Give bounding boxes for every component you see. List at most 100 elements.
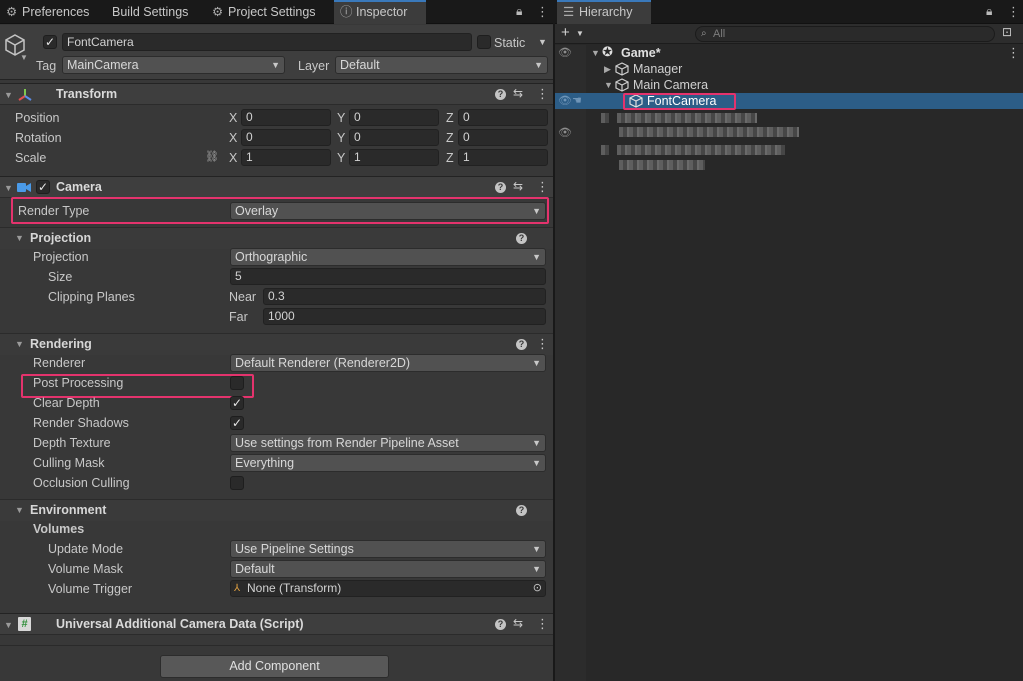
foldout-arrow-icon[interactable]: ▼ [4,90,13,100]
object-name-input[interactable]: FontCamera [62,33,472,51]
foldout-arrow-icon[interactable]: ▼ [15,505,24,515]
hierarchy-toolbar: + ▼ ⌕ All ⊡ [555,24,1023,44]
help-icon[interactable]: ? [516,505,527,516]
object-picker-icon[interactable]: ⊙ [533,581,542,596]
help-icon[interactable]: ? [516,339,527,350]
gear-icon: ⚙ [212,5,224,19]
visibility-eye-icon[interactable]: 👁︎ [558,45,572,61]
near-input[interactable]: 0.3 [263,288,546,305]
active-checkbox[interactable]: ✓ [43,35,57,49]
position-z-input[interactable]: 0 [458,109,548,126]
far-input[interactable]: 1000 [263,308,546,325]
position-x-input[interactable]: 0 [241,109,331,126]
visibility-eye-icon[interactable]: 👁︎ [558,126,572,139]
kebab-menu-icon[interactable]: ⋮ [1007,4,1020,20]
chevron-down-icon: ▼ [532,358,541,368]
tab-inspector[interactable]: ⓘ Inspector [334,0,426,24]
foldout-arrow-icon[interactable]: ▼ [591,45,600,61]
renderer-dropdown[interactable]: Default Renderer (Renderer2D) ▼ [230,354,546,372]
culling-mask-dropdown[interactable]: Everything ▼ [230,454,546,472]
static-dropdown-arrow-icon[interactable]: ▼ [538,37,547,47]
foldout-arrow-icon[interactable]: ▼ [15,339,24,349]
additional-camera-data-title: Universal Additional Camera Data (Script… [56,617,304,631]
icon-dropdown-arrow-icon[interactable]: ▼ [20,53,28,62]
update-mode-dropdown[interactable]: Use Pipeline Settings ▼ [230,540,546,558]
kebab-menu-icon[interactable]: ⋮ [536,4,549,20]
projection-section-title: Projection [30,231,92,245]
rotation-z-input[interactable]: 0 [458,129,548,146]
help-icon[interactable]: ? [516,233,527,244]
environment-header[interactable]: ▼ Environment ? [0,499,553,521]
lock-icon[interactable]: 🔒︎ [516,4,522,19]
rotation-y-input[interactable]: 0 [349,129,439,146]
chevron-down-icon: ▼ [532,544,541,554]
additional-camera-data-header[interactable]: ▼ # Universal Additional Camera Data (Sc… [0,613,553,635]
static-checkbox[interactable] [477,35,491,49]
search-mode-icon[interactable]: ⊡ [1002,25,1012,39]
visibility-eye-icon[interactable]: 👁︎ [558,93,572,109]
foldout-arrow-icon[interactable]: ▼ [4,620,13,630]
unity-scene-icon: ✪ [602,44,613,59]
kebab-menu-icon[interactable]: ⋮ [536,336,549,352]
projection-header[interactable]: ▼ Projection ? [0,227,553,249]
projection-dropdown[interactable]: Orthographic ▼ [230,248,546,266]
kebab-menu-icon[interactable]: ⋮ [536,616,549,632]
help-icon[interactable]: ? [495,89,506,100]
pixelated-content [617,113,757,123]
scale-z-input[interactable]: 1 [458,149,548,166]
layer-label: Layer [298,59,330,73]
tag-dropdown[interactable]: MainCamera ▼ [62,56,285,74]
volume-mask-dropdown[interactable]: Default ▼ [230,560,546,578]
clear-depth-checkbox[interactable]: ✓ [230,396,244,410]
separator [0,645,553,646]
render-shadows-checkbox[interactable]: ✓ [230,416,244,430]
hierarchy-search-input[interactable]: ⌕ All [695,26,995,42]
transform-header[interactable]: ▼ Transform ? ⇆ ⋮ [0,83,553,105]
size-label: Size [48,270,73,284]
volume-trigger-field[interactable]: ⅄ None (Transform) ⊙ [230,580,546,597]
render-shadows-label: Render Shadows [33,416,129,430]
constrain-proportions-icon[interactable]: ⛓︎ [205,150,219,163]
hierarchy-row-manager[interactable]: ▶ Manager [555,61,1023,77]
size-input[interactable]: 5 [230,268,546,285]
kebab-menu-icon[interactable]: ⋮ [536,179,549,195]
hierarchy-tab-bar: ☰ Hierarchy 🔒︎ ⋮ [555,0,1023,24]
pickable-hand-icon[interactable]: ☚ [572,93,582,109]
add-component-button[interactable]: Add Component [160,655,389,678]
camera-header[interactable]: ▼ ✓ Camera ? ⇆ ⋮ [0,176,553,198]
scale-y-input[interactable]: 1 [349,149,439,166]
chevron-down-icon: ▼ [532,438,541,448]
foldout-arrow-icon[interactable]: ▼ [604,77,613,93]
chevron-down-icon[interactable]: ▼ [576,29,584,38]
presets-icon[interactable]: ⇆ [513,616,523,630]
presets-icon[interactable]: ⇆ [513,179,523,193]
tab-preferences[interactable]: ⚙ Preferences [0,0,95,24]
occlusion-culling-checkbox[interactable] [230,476,244,490]
layer-dropdown[interactable]: Default ▼ [335,56,548,74]
lock-icon[interactable]: 🔒︎ [986,4,992,19]
tab-hierarchy[interactable]: ☰ Hierarchy [557,0,651,24]
kebab-menu-icon[interactable]: ⋮ [1007,45,1020,61]
rotation-x-input[interactable]: 0 [241,129,331,146]
foldout-arrow-icon[interactable]: ▼ [4,183,13,193]
near-label: Near [229,290,257,304]
presets-icon[interactable]: ⇆ [513,86,523,100]
tab-project-settings[interactable]: ⚙ Project Settings [206,0,322,24]
volume-mask-label: Volume Mask [48,562,124,576]
help-icon[interactable]: ? [495,619,506,630]
add-object-icon[interactable]: + [561,24,570,41]
rendering-section-title: Rendering [30,337,92,351]
position-y-input[interactable]: 0 [349,109,439,126]
visibility-gutter [555,45,586,681]
foldout-arrow-icon[interactable]: ▶ [604,61,611,77]
rendering-header[interactable]: ▼ Rendering ? ⋮ [0,333,553,355]
kebab-menu-icon[interactable]: ⋮ [536,86,549,102]
camera-enabled-checkbox[interactable]: ✓ [36,180,50,194]
foldout-arrow-icon[interactable]: ▼ [15,233,24,243]
help-icon[interactable]: ? [495,182,506,193]
tab-build-settings[interactable]: Build Settings [106,0,194,24]
hierarchy-row-game[interactable]: 👁︎ ▼ ✪ Game* ⋮ [555,44,1023,61]
hierarchy-row-main-camera[interactable]: ▼ Main Camera [555,77,1023,93]
scale-x-input[interactable]: 1 [241,149,331,166]
depth-texture-dropdown[interactable]: Use settings from Render Pipeline Asset ▼ [230,434,546,452]
